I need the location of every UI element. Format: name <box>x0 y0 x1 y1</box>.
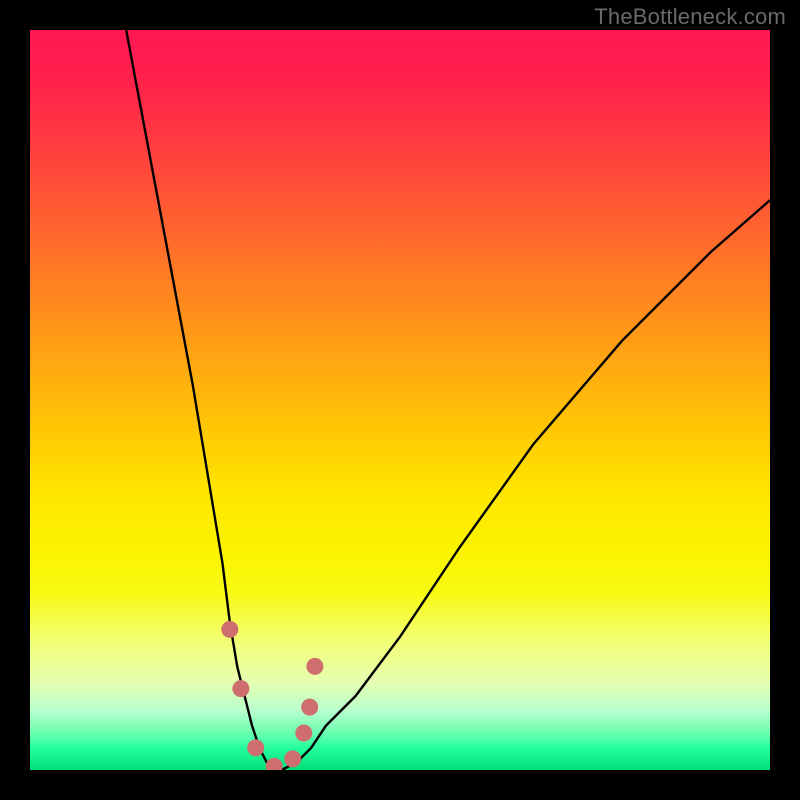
plot-area <box>30 30 770 770</box>
watermark-text: TheBottleneck.com <box>594 4 786 30</box>
highlight-marker <box>306 658 323 675</box>
highlight-markers <box>221 621 323 770</box>
highlight-marker <box>266 758 283 770</box>
highlight-marker <box>295 725 312 742</box>
chart-svg <box>30 30 770 770</box>
highlight-marker <box>221 621 238 638</box>
chart-container: TheBottleneck.com <box>0 0 800 800</box>
bottleneck-curve <box>126 30 770 770</box>
bottleneck-curve-path <box>126 30 770 770</box>
highlight-marker <box>284 750 301 767</box>
highlight-marker <box>247 739 264 756</box>
highlight-marker <box>232 680 249 697</box>
highlight-marker <box>301 699 318 716</box>
